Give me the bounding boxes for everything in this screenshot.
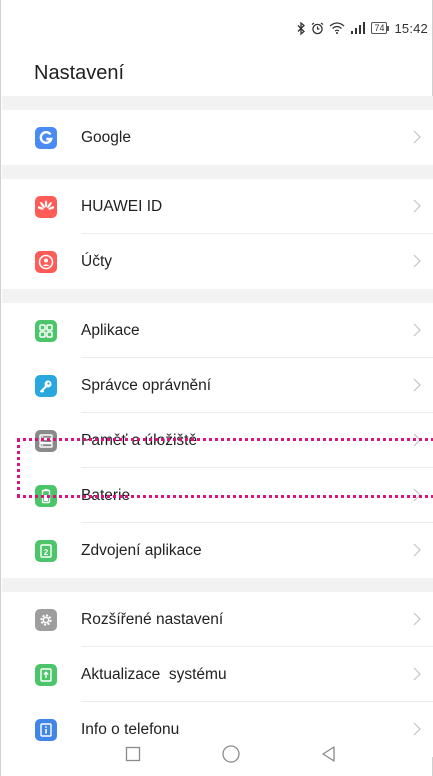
settings-item-apps[interactable]: Aplikace	[2, 303, 433, 358]
chevron-right-icon	[413, 199, 421, 218]
settings-item-label: Správce oprávnění	[81, 377, 212, 394]
key-icon	[35, 375, 57, 397]
bluetooth-icon	[297, 21, 306, 35]
settings-item-advanced[interactable]: Rozšířené nastavení	[2, 592, 433, 647]
screen: 74 15:42 Nastavení Google HUAWEI ID Účty…	[0, 0, 433, 776]
home-icon[interactable]	[219, 744, 243, 764]
app-header: Nastavení	[1, 52, 432, 96]
back-icon[interactable]	[317, 744, 341, 764]
settings-item-app-twin[interactable]: 2 Zdvojení aplikace	[2, 523, 433, 578]
settings-item-permission-manager[interactable]: Správce oprávnění	[2, 358, 433, 413]
storage-icon	[35, 430, 57, 452]
settings-item-label: Aktualizace systému	[81, 666, 227, 683]
wifi-icon	[329, 22, 345, 34]
settings-item-label: HUAWEI ID	[81, 198, 163, 215]
status-icons: 74 15:42	[297, 20, 428, 36]
settings-item-label: Paměť a úložiště	[81, 432, 198, 449]
chevron-right-icon	[413, 543, 421, 562]
recents-icon[interactable]	[121, 744, 145, 764]
gear-icon	[35, 609, 57, 631]
settings-list: Google HUAWEI ID Účty Aplikace Správce o…	[2, 96, 433, 757]
chevron-right-icon	[413, 130, 421, 149]
chevron-right-icon	[413, 323, 421, 342]
google-icon	[35, 127, 57, 149]
chevron-right-icon	[413, 254, 421, 273]
page-title: Nastavení	[34, 62, 125, 84]
battery-icon	[35, 485, 57, 507]
clock: 15:42	[394, 20, 428, 36]
settings-item-label: Baterie	[81, 487, 131, 504]
signal-icon	[350, 22, 366, 34]
app-twin-icon: 2	[35, 540, 57, 562]
settings-item-system-update[interactable]: Aktualizace systému	[2, 647, 433, 702]
svg-text:2: 2	[44, 548, 49, 557]
settings-item-label: Google	[81, 129, 131, 146]
status-bar: 74 15:42	[1, 0, 432, 52]
huawei-icon	[35, 196, 57, 218]
system-update-icon	[35, 664, 57, 686]
chevron-right-icon	[413, 612, 421, 631]
settings-item-label: Aplikace	[81, 322, 140, 339]
chevron-right-icon	[413, 433, 421, 452]
section-divider	[2, 289, 433, 303]
settings-item-label: Účty	[81, 253, 112, 270]
settings-item-huawei-id[interactable]: HUAWEI ID	[2, 179, 433, 234]
navigation-bar	[1, 730, 432, 776]
settings-item-label: Rozšířené nastavení	[81, 611, 224, 628]
alarm-icon	[311, 22, 324, 35]
account-icon	[35, 251, 57, 273]
section-accounts: HUAWEI ID Účty	[2, 179, 433, 289]
chevron-right-icon	[413, 488, 421, 507]
apps-icon	[35, 320, 57, 342]
section-divider	[2, 96, 433, 110]
settings-item-storage[interactable]: Paměť a úložiště	[2, 413, 433, 468]
section-divider	[2, 165, 433, 179]
battery-icon: 74	[371, 22, 390, 34]
section-google: Google	[2, 110, 433, 165]
section-apps: Aplikace Správce oprávnění Paměť a úloži…	[2, 303, 433, 578]
section-divider	[2, 578, 433, 592]
chevron-right-icon	[413, 667, 421, 686]
settings-item-battery[interactable]: Baterie	[2, 468, 433, 523]
settings-item-label: Zdvojení aplikace	[81, 542, 202, 559]
battery-level: 74	[371, 22, 388, 34]
chevron-right-icon	[413, 378, 421, 397]
settings-item-google[interactable]: Google	[2, 110, 433, 165]
settings-item-accounts[interactable]: Účty	[2, 234, 433, 289]
